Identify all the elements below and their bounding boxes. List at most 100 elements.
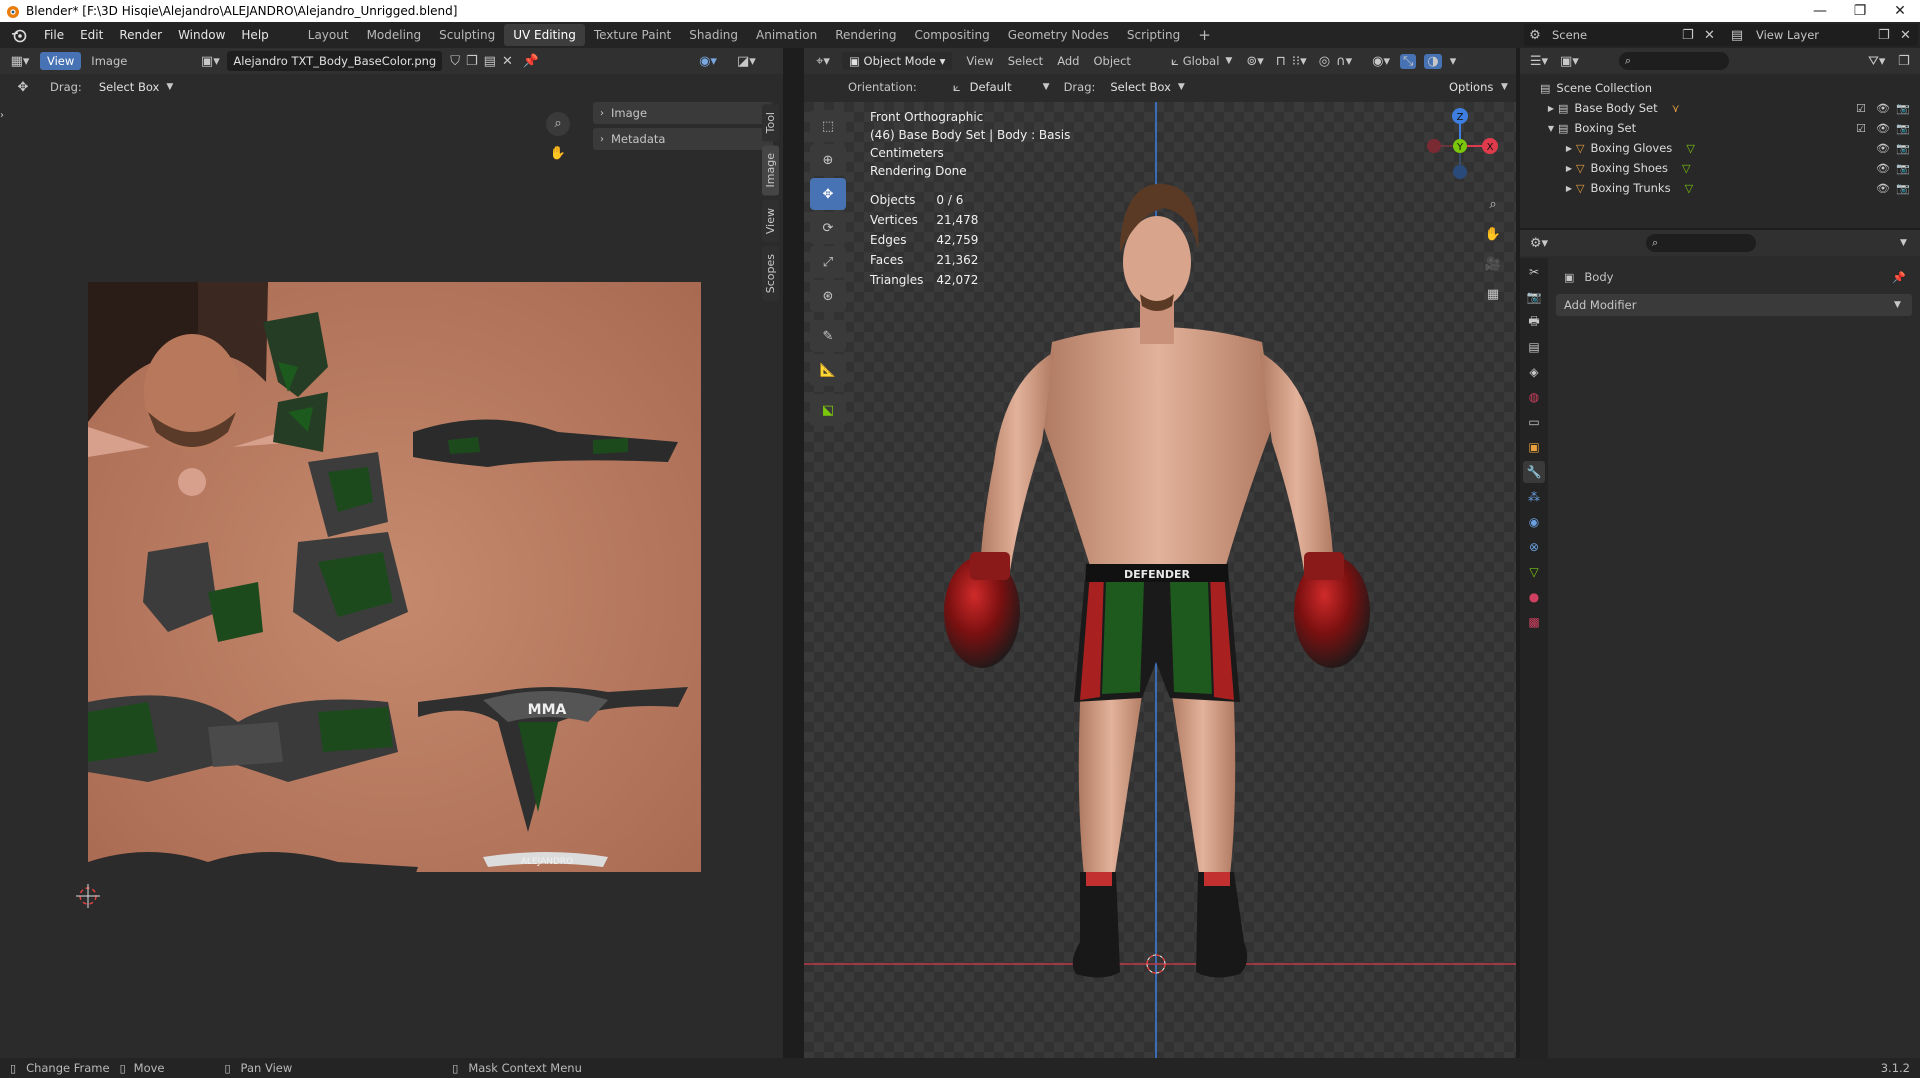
texture-tab[interactable]: ▩ [1523,611,1545,633]
menu-help[interactable]: Help [233,22,276,48]
add-modifier-dropdown[interactable]: Add Modifier ▼ [1556,294,1912,316]
gizmo-toggle-icon[interactable]: ⤡ [1399,53,1417,69]
scene-tab[interactable]: ◈ [1523,361,1545,383]
options-dropdown[interactable]: Options [1442,78,1501,96]
filter-icon[interactable]: ⛛▾ [1868,54,1885,69]
collapse-arrow-icon[interactable]: › [0,110,4,121]
editor-type-icon[interactable]: ☰▾ [1526,54,1552,69]
unlink-image-icon[interactable]: ✕ [502,54,513,69]
open-image-icon[interactable]: ▤ [484,54,496,69]
expand-arrow-icon[interactable]: ▶ [1562,184,1576,193]
camera-icon[interactable]: 🎥 [1480,252,1506,278]
editor-type-icon[interactable]: ▦▾ [6,54,34,69]
navigation-gizmo[interactable]: Z X Y [1420,106,1500,186]
perspective-grid-icon[interactable]: ▦ [1480,282,1506,308]
zoom-icon[interactable]: ⌕ [1480,192,1506,218]
constraints-tab[interactable]: ⊗ [1523,536,1545,558]
delete-view-layer-icon[interactable]: ✕ [1900,28,1911,43]
select-box-tool[interactable]: ⬚ [810,110,846,142]
viewport-menu-object[interactable]: Object [1093,54,1130,68]
editor-type-icon[interactable]: ⌖▾ [810,54,836,69]
editor-type-icon[interactable]: ⚙▾ [1526,236,1552,251]
scale-tool[interactable]: ⤢ [810,246,846,278]
particles-tab[interactable]: ⁂ [1523,486,1545,508]
tab-scripting[interactable]: Scripting [1118,24,1189,46]
viewport-drag-dropdown[interactable]: Select Box [1103,78,1178,96]
annotate-tool[interactable]: ✎ [810,320,846,352]
uv-texture-image[interactable]: MMA ALEJANDRO [88,282,701,895]
fake-user-icon[interactable]: ⛉ [450,54,460,69]
falloff-icon[interactable]: ∩▾ [1336,54,1352,69]
xray-icon[interactable]: ▾ [1450,54,1457,69]
snap-icon[interactable]: ⊓ [1276,54,1286,69]
uv-drag-dropdown[interactable]: Select Box [91,78,167,96]
scene-selector[interactable]: ⚙ Scene ❐ ✕ [1524,24,1724,46]
snap-target-icon[interactable]: ⁝⁝▾ [1292,54,1307,69]
move-tool[interactable]: ✥ [810,178,846,210]
viewport-menu-view[interactable]: View [966,54,993,68]
collapse-arrow-icon[interactable]: ▼ [1544,124,1558,133]
tab-sculpting[interactable]: Sculpting [430,24,504,46]
outliner-item[interactable]: ▼ ▤ Boxing Set ☑ 👁 📷 [1520,118,1920,138]
overlay-toggle-icon[interactable]: ◑ [1424,53,1442,69]
chevron-down-icon[interactable]: ▼ [1900,238,1907,248]
pan-hand-icon[interactable]: ✋ [1480,222,1506,248]
add-cube-tool[interactable]: ⬕ [810,394,846,426]
delete-scene-icon[interactable]: ✕ [1704,28,1715,43]
collection-tab[interactable]: ▭ [1523,411,1545,433]
expand-arrow-icon[interactable]: ▶ [1562,144,1576,153]
transform-tool[interactable]: ⊛ [810,280,846,312]
blender-menu-icon[interactable] [8,27,30,43]
outliner-item[interactable]: ▶ ▤ Base Body Set ⋎ ☑ 👁 📷 [1520,98,1920,118]
material-tab[interactable]: ● [1523,586,1545,608]
output-tab[interactable]: 🖶 [1523,311,1545,333]
display-channels-icon[interactable]: ◪▾ [737,54,756,69]
transform-global-dropdown[interactable]: Global [1183,54,1220,68]
image-browse-icon[interactable]: ▣▾ [197,54,223,69]
orientation-dropdown[interactable]: Default [962,78,1019,96]
object-tab[interactable]: ▣ [1523,436,1545,458]
sidebar-section-image[interactable]: › Image [593,102,773,124]
2d-cursor-icon[interactable] [76,884,100,908]
visibility-icon[interactable]: ◉▾ [1372,54,1390,69]
viewport-menu-add[interactable]: Add [1057,54,1079,68]
eye-icon[interactable]: 👁 [1876,142,1890,155]
outliner-item[interactable]: ▶ ▽ Boxing Gloves ▽ 👁 📷 [1520,138,1920,158]
zoom-icon[interactable]: ⌕ [546,112,570,136]
vtab-image[interactable]: Image [762,145,779,196]
physics-tab[interactable]: ◉ [1523,511,1545,533]
close-button[interactable]: ✕ [1880,0,1920,22]
add-workspace-icon[interactable]: + [1189,24,1220,46]
tab-uv-editing[interactable]: UV Editing [504,24,585,46]
camera-render-icon[interactable]: 📷 [1896,182,1910,195]
checkbox-icon[interactable]: ☑ [1856,102,1866,115]
move-tool-icon[interactable]: ✥ [14,80,32,95]
tab-modeling[interactable]: Modeling [358,24,431,46]
outliner-item[interactable]: ▶ ▽ Boxing Trunks ▽ 👁 📷 [1520,178,1920,198]
checkbox-icon[interactable]: ☑ [1856,122,1866,135]
pan-hand-icon[interactable]: ✋ [546,142,570,166]
modifier-tab[interactable]: 🔧 [1523,461,1545,483]
view-layer-selector[interactable]: ▤ View Layer ❐ ✕ [1722,24,1918,46]
menu-file[interactable]: File [36,22,72,48]
menu-edit[interactable]: Edit [72,22,111,48]
new-image-icon[interactable]: ❐ [466,54,478,69]
viewport-menu-select[interactable]: Select [1008,54,1043,68]
camera-render-icon[interactable]: 📷 [1896,122,1910,135]
tab-shading[interactable]: Shading [680,24,747,46]
expand-arrow-icon[interactable]: ▶ [1544,104,1558,113]
pin-icon[interactable]: 📌 [523,54,539,69]
data-tab[interactable]: ▽ [1523,561,1545,583]
new-collection-icon[interactable]: ❐ [1898,54,1910,69]
tab-layout[interactable]: Layout [299,24,358,46]
eye-icon[interactable]: 👁 [1876,102,1890,115]
menu-render[interactable]: Render [111,22,170,48]
pin-icon[interactable]: 📌 [1892,271,1906,284]
render-tab[interactable]: 📷 [1523,286,1545,308]
vtab-view[interactable]: View [762,199,779,242]
uv-view-menu[interactable]: View [40,52,82,70]
tab-animation[interactable]: Animation [747,24,826,46]
image-name-field[interactable]: Alejandro TXT_Body_BaseColor.png [227,51,443,71]
sidebar-section-metadata[interactable]: › Metadata [593,128,773,150]
vtab-tool[interactable]: Tool [762,104,779,142]
